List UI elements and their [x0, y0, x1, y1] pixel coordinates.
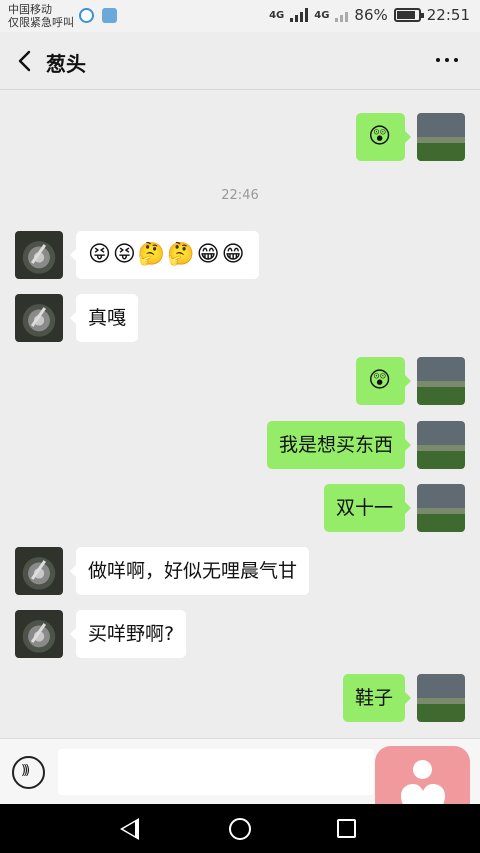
signal-2-icon: [335, 8, 349, 22]
network-type-2: 4G: [314, 9, 330, 21]
signal-icon: [290, 8, 309, 22]
nav-back-icon[interactable]: [120, 818, 139, 840]
contact-avatar[interactable]: [15, 231, 63, 279]
message-bubble-received[interactable]: 真嘎: [69, 294, 139, 342]
status-indicators: 4G 4G 86% 22:51: [269, 6, 470, 24]
app-logo-dot: [413, 760, 432, 779]
chevron-left-icon[interactable]: [16, 50, 34, 72]
my-avatar[interactable]: [417, 421, 465, 469]
nav-recents-icon[interactable]: [337, 819, 356, 838]
status-bar: 中国移动 仅限紧急呼叫 4G 4G 86% 22:51: [0, 0, 480, 32]
notification-image-icon: [102, 8, 117, 23]
nav-home-icon[interactable]: [229, 818, 251, 840]
chat-header: 葱头: [0, 32, 480, 90]
message-bubble-sent[interactable]: 鞋子: [342, 674, 412, 722]
message-input[interactable]: [58, 749, 374, 795]
message-bubble-sent[interactable]: 我是想买东西: [266, 421, 412, 469]
battery-icon: [393, 8, 424, 22]
more-dots-icon[interactable]: [436, 58, 458, 62]
my-avatar[interactable]: [417, 674, 465, 722]
my-avatar[interactable]: [417, 357, 465, 405]
message-bubble-sent[interactable]: 😲: [356, 113, 411, 161]
contact-avatar[interactable]: [15, 294, 63, 342]
my-avatar[interactable]: [417, 484, 465, 532]
message-bubble-received[interactable]: 买咩野啊?: [69, 610, 187, 658]
message-bubble-sent[interactable]: 😲: [356, 357, 411, 405]
contact-avatar[interactable]: [15, 610, 63, 658]
message-timestamp: 22:46: [221, 188, 259, 203]
network-type-1: 4G: [269, 9, 285, 21]
message-bubble-received[interactable]: 做咩啊，好似无哩晨气甘: [69, 547, 310, 595]
carrier-info: 中国移动 仅限紧急呼叫: [8, 3, 74, 29]
clock: 22:51: [426, 6, 470, 24]
carrier-status: 仅限紧急呼叫: [8, 16, 74, 29]
system-nav-bar: [0, 804, 480, 853]
message-bubble-received[interactable]: 😝😝🤔🤔😁😁: [70, 231, 259, 279]
carrier-name: 中国移动: [8, 3, 52, 16]
voice-icon[interactable]: [12, 756, 45, 789]
chat-title: 葱头: [46, 52, 86, 76]
contact-avatar[interactable]: [15, 547, 63, 595]
notification-app-icon: [79, 8, 94, 23]
battery-percent: 86%: [354, 6, 388, 24]
message-bubble-sent[interactable]: 双十一: [323, 484, 412, 532]
my-avatar[interactable]: [417, 113, 465, 161]
